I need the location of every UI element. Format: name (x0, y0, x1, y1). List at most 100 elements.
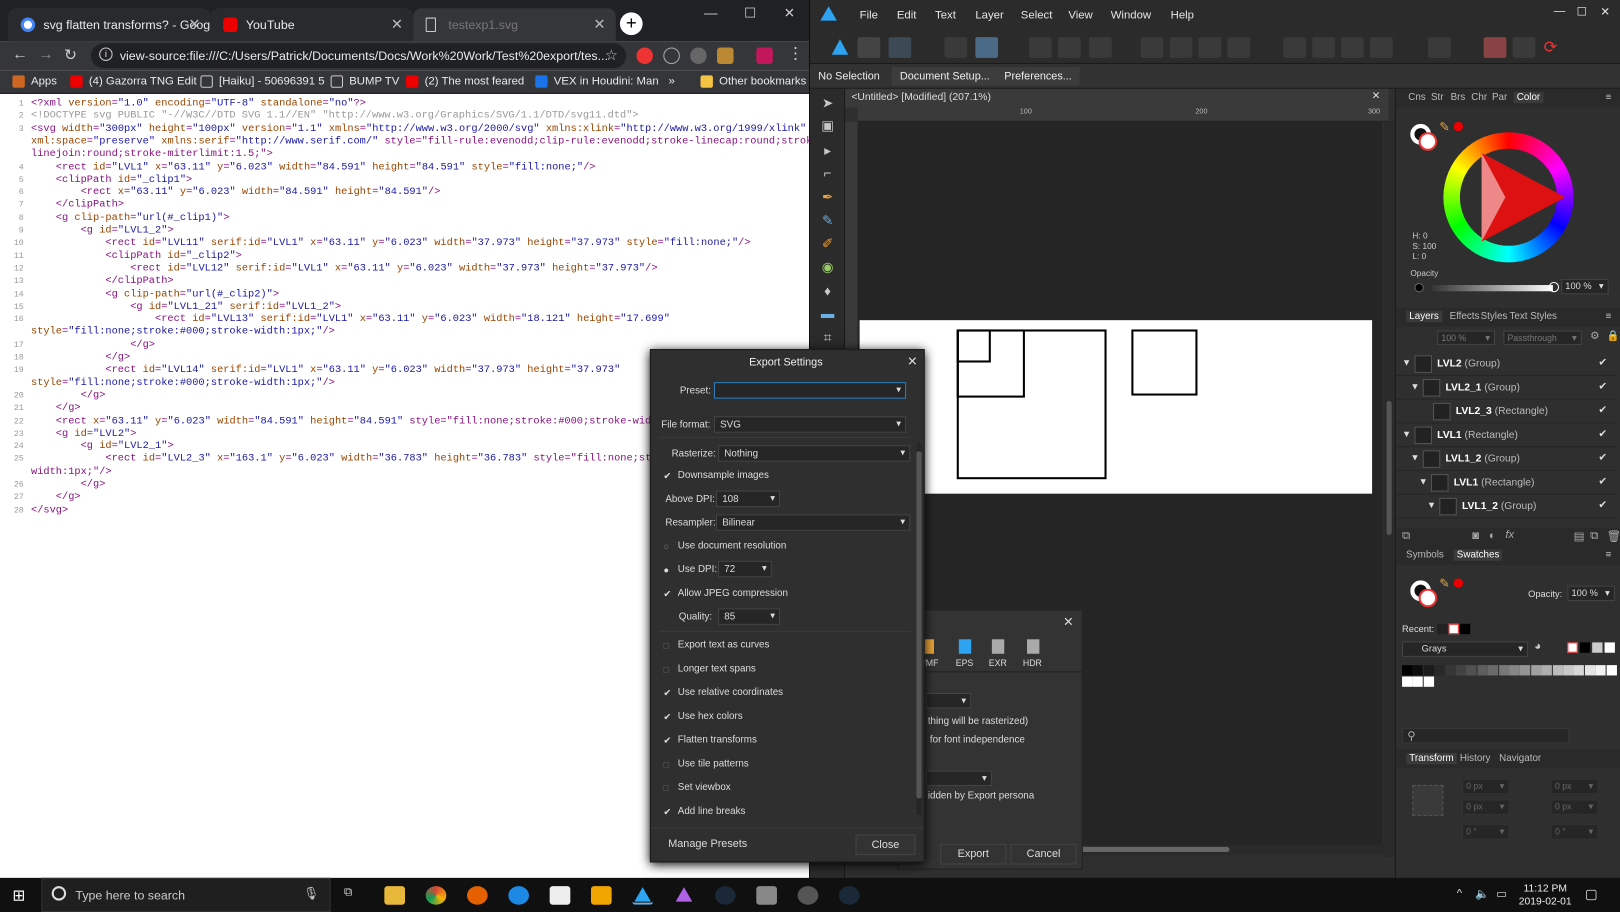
x-field[interactable]: 0 px (1461, 778, 1510, 795)
option-checkbox[interactable]: □ (663, 759, 673, 769)
layer-visibility-checkbox[interactable]: ✔ (1598, 453, 1608, 463)
toolbar-button[interactable] (1341, 37, 1364, 58)
gray-swatch[interactable] (1402, 665, 1413, 676)
format-hdr[interactable]: HDR (1023, 658, 1042, 668)
tab-history[interactable]: History (1460, 753, 1491, 764)
exr-icon[interactable] (991, 639, 1005, 654)
disclosure-triangle-icon[interactable]: ▼ (1402, 429, 1411, 439)
gray-swatch[interactable] (1595, 665, 1606, 676)
color-dot-icon[interactable] (1453, 578, 1464, 588)
opacity-field[interactable]: 100 % (1561, 278, 1609, 295)
app-icon[interactable] (590, 886, 612, 905)
artboard[interactable] (859, 320, 1373, 494)
gray-swatch[interactable] (1455, 665, 1467, 676)
tab-youtube[interactable]: YouTube ✕ (210, 8, 414, 42)
menu-layer[interactable]: Layer (975, 9, 1003, 21)
shear-field[interactable]: 0 ° (1550, 824, 1599, 840)
app-icon[interactable] (797, 886, 819, 905)
menu-dots-icon[interactable]: ⋮ (787, 43, 804, 64)
close-window-icon[interactable]: ✕ (770, 0, 809, 29)
pen-tool-icon[interactable]: ✒ (819, 189, 836, 206)
swatch-gray[interactable] (1592, 642, 1603, 653)
recent-swatch[interactable] (1448, 623, 1459, 635)
option-checkbox[interactable]: □ (663, 664, 673, 674)
tab-effects[interactable]: Effects (1450, 311, 1480, 322)
layer-row[interactable]: ▼ LVL1_2 (Group) ✔ (1395, 447, 1617, 471)
option-checkbox[interactable]: ✔ (663, 807, 673, 817)
gray-swatch[interactable] (1488, 665, 1499, 676)
gray-swatch[interactable] (1563, 665, 1574, 676)
gray-swatch[interactable] (1402, 676, 1413, 687)
add-layer-icon[interactable]: ▤ (1574, 530, 1585, 543)
rect-lvl1[interactable] (956, 329, 1107, 480)
gray-swatch[interactable] (1466, 665, 1477, 676)
option-checkbox[interactable]: ✔ (663, 735, 673, 745)
app-icon[interactable] (549, 886, 571, 905)
tab-testexp1[interactable]: testexp1.svg ✕ (413, 8, 616, 42)
tab-swatches[interactable]: Swatches (1453, 549, 1503, 561)
app-icon[interactable] (508, 886, 529, 905)
adjustment-icon[interactable]: ◐ (1489, 530, 1496, 542)
steam-icon[interactable] (714, 886, 736, 905)
color-dot-icon[interactable] (1453, 121, 1464, 132)
magnet-icon[interactable]: ⟳ (1544, 37, 1567, 58)
designer-persona-icon[interactable] (829, 37, 852, 58)
corner-tool-icon[interactable]: ⌐ (819, 165, 836, 182)
hidden-dropdown[interactable] (925, 770, 992, 786)
maximize-icon[interactable]: ☐ (730, 0, 769, 29)
tab-symbols[interactable]: Symbols (1406, 549, 1444, 560)
swatch-white[interactable] (1604, 642, 1615, 653)
minimize-icon[interactable]: — (1554, 5, 1565, 17)
y-field[interactable]: 0 px (1461, 799, 1510, 815)
gray-swatch[interactable] (1412, 665, 1424, 676)
back-icon[interactable]: ← (12, 45, 27, 63)
toolbar-button[interactable] (1169, 37, 1193, 58)
move-tool-icon[interactable]: ➤ (819, 95, 836, 112)
layer-visibility-checkbox[interactable]: ✔ (1598, 382, 1608, 392)
fill-swatch-icon[interactable] (1418, 132, 1438, 151)
menu-text[interactable]: Text (935, 9, 956, 21)
palette-icon[interactable]: ◕ (1534, 640, 1541, 652)
gear-icon[interactable]: ⚙ (1590, 330, 1599, 341)
eyedropper-icon[interactable]: ✎ (1439, 576, 1449, 590)
toolbar-button[interactable] (944, 37, 968, 58)
layer-row[interactable]: ▼ LVL2_1 (Group) ✔ (1395, 376, 1617, 400)
opacity-slider-handle[interactable] (1548, 281, 1560, 293)
volume-icon[interactable]: 🔈 (1475, 887, 1489, 900)
rect-lvl1-inner[interactable] (956, 329, 991, 363)
stack-icon[interactable]: ⧉ (1402, 530, 1410, 543)
tab-navigator[interactable]: Navigator (1499, 753, 1541, 764)
close-document-icon[interactable]: ✕ (1372, 91, 1381, 102)
extension-icon[interactable] (636, 47, 653, 65)
above-dpi-field[interactable]: 108 (716, 490, 781, 508)
bookmark-overflow[interactable]: » (656, 75, 674, 87)
menu-view[interactable]: View (1068, 9, 1092, 21)
close-tab-icon[interactable]: ✕ (188, 15, 200, 33)
export-button[interactable]: Export (940, 843, 1007, 865)
layer-visibility-checkbox[interactable]: ✔ (1598, 358, 1608, 368)
gray-swatch[interactable] (1606, 665, 1617, 676)
disclosure-triangle-icon[interactable]: ▼ (1410, 452, 1419, 462)
panel-menu-icon[interactable]: ≡ (1606, 92, 1612, 103)
gray-swatch[interactable] (1477, 665, 1488, 676)
fx-icon[interactable]: fx (1505, 529, 1514, 541)
gray-swatch[interactable] (1434, 665, 1445, 676)
close-button[interactable]: Close (855, 834, 916, 856)
menu-select[interactable]: Select (1021, 9, 1053, 21)
steam-icon[interactable] (838, 886, 860, 905)
palette-dropdown[interactable]: Grays (1402, 641, 1529, 657)
toolbar-button[interactable] (1283, 37, 1306, 58)
resampler-dropdown[interactable]: Bilinear (716, 514, 911, 531)
fill-tool-icon[interactable]: ◉ (819, 259, 836, 276)
toolbar-button[interactable] (1140, 37, 1164, 58)
color-wheel[interactable] (1443, 132, 1574, 263)
layer-visibility-checkbox[interactable]: ✔ (1598, 405, 1608, 416)
gray-swatch[interactable] (1423, 665, 1434, 676)
toolbar-button[interactable] (1312, 37, 1335, 58)
gray-swatch[interactable] (1552, 665, 1563, 676)
toolbar-button[interactable] (1427, 37, 1451, 58)
close-dialog-icon[interactable]: ✕ (1063, 615, 1073, 629)
swatch-opacity-field[interactable]: 100 % (1567, 585, 1615, 602)
layer-row[interactable]: ▼ LVL2 (Group) ✔ (1395, 352, 1617, 376)
option-checkbox[interactable]: ✔ (663, 712, 673, 722)
